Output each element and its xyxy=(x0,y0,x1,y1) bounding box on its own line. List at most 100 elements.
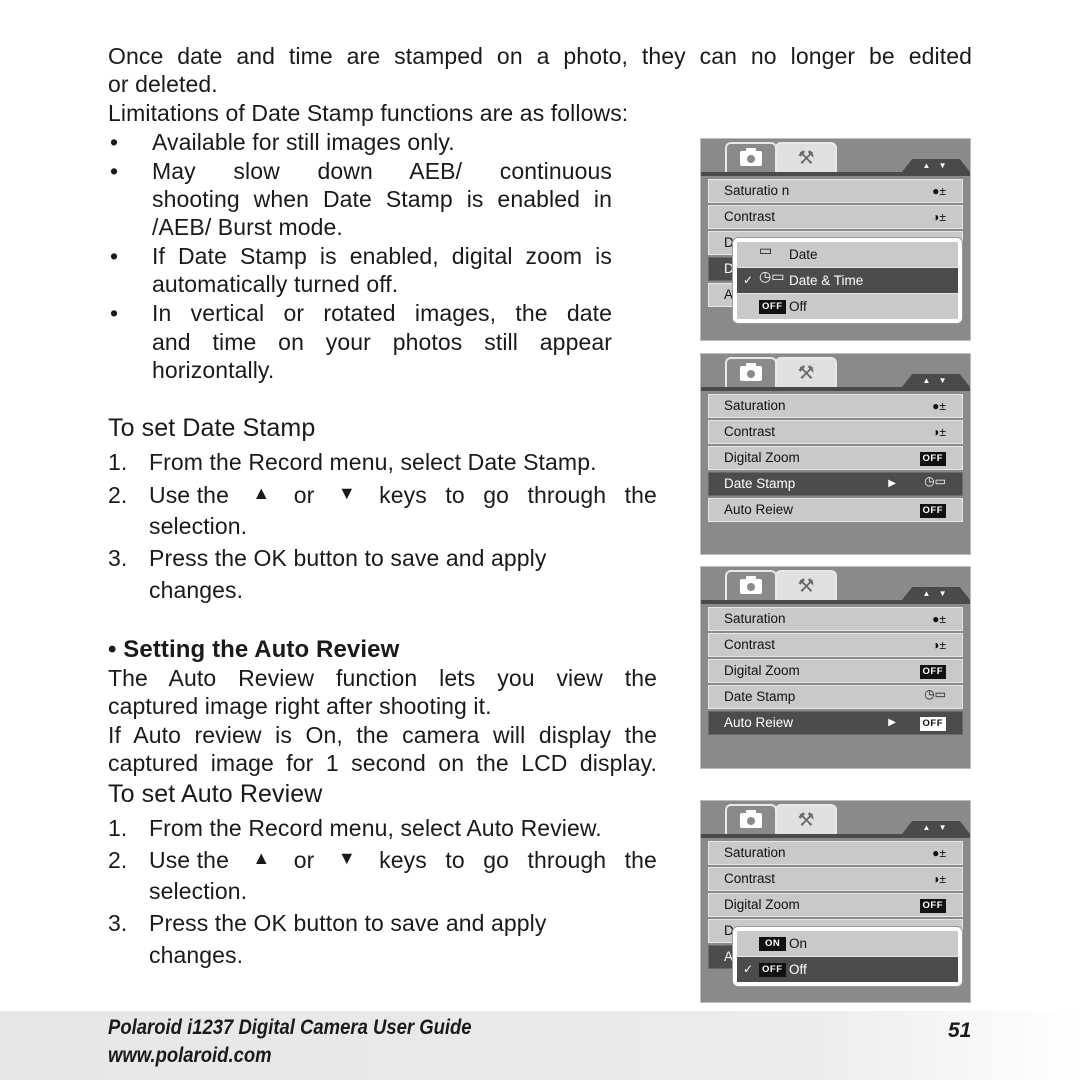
off-icon: OFF xyxy=(919,664,946,679)
page-number: 51 xyxy=(948,1019,972,1042)
menu-row-contrast[interactable]: Contrast ◑± xyxy=(708,867,963,891)
wrench-icon: ⚒ xyxy=(797,575,815,597)
off-icon: OFF xyxy=(919,898,946,913)
saturation-icon: ●± xyxy=(932,612,946,626)
date-time-icon: ◷▭ xyxy=(924,687,946,701)
row-label: Saturation xyxy=(724,845,786,860)
off-icon: OFF xyxy=(759,300,786,315)
menu-tabs: ⚒ xyxy=(725,142,837,172)
tab-setup[interactable]: ⚒ xyxy=(775,804,837,834)
nav-arrows-icon: ▲ ▼ xyxy=(902,821,970,834)
tab-record[interactable] xyxy=(725,804,777,834)
camera-icon xyxy=(740,147,762,166)
step-number: 2. xyxy=(108,482,128,508)
row-label: A xyxy=(724,287,734,302)
option-date[interactable]: ▭ Date xyxy=(737,242,958,268)
bullet-text: If Date Stamp is enabled, digital zoom i… xyxy=(152,243,612,269)
caret-right-icon: ▶ xyxy=(888,717,896,728)
auto-review-desc: captured image for 1 second on the LCD d… xyxy=(108,750,657,776)
camera-screen-auto-review-selected: ⚒ ▲ ▼ Saturation ●± Contrast ◑± Digital Zo… xyxy=(700,566,971,769)
menu-row-saturation[interactable]: Saturatio n ●± xyxy=(708,179,963,203)
off-icon: OFF xyxy=(919,503,946,518)
tab-record[interactable] xyxy=(725,142,777,172)
saturation-icon: ●± xyxy=(932,399,946,413)
bullet: • xyxy=(110,129,119,155)
row-label: Contrast xyxy=(724,424,776,439)
option-date-time[interactable]: ✓ ◷▭ Date & Time xyxy=(737,268,958,294)
row-label: Digital Zoom xyxy=(724,663,800,678)
bullet: • xyxy=(110,243,119,269)
step-number: 3. xyxy=(108,910,128,936)
menu-row-auto-review[interactable]: Auto Reiew OFF xyxy=(708,498,963,522)
menu-row-contrast[interactable]: Contrast ◑± xyxy=(708,420,963,444)
contrast-icon: ◑± xyxy=(932,872,946,886)
on-icon: ON xyxy=(759,937,787,952)
option-label: On xyxy=(789,936,808,951)
camera-icon xyxy=(740,362,762,381)
menu-row-date-stamp[interactable]: Date Stamp ▶ ◷▭ xyxy=(708,472,963,496)
menu-row-saturation[interactable]: Saturation ●± xyxy=(708,607,963,631)
menu-row-saturation[interactable]: Saturation ●± xyxy=(708,394,963,418)
step-text: Press the OK button to save and apply xyxy=(149,545,547,571)
step-text: Use the ▲ or ▼ keys to go through the xyxy=(149,481,657,510)
tab-bar xyxy=(701,172,970,176)
down-arrow-key-icon: ▼ xyxy=(337,483,356,503)
date-time-icon: ◷▭ xyxy=(924,474,946,488)
step-word: Use the xyxy=(149,482,229,508)
row-label: Digital Zoom xyxy=(724,897,800,912)
menu-row-saturation[interactable]: Saturation ●± xyxy=(708,841,963,865)
bullet-text: automatically turned off. xyxy=(152,271,399,297)
menu-row-date-stamp[interactable]: Date Stamp ◷▭ xyxy=(708,685,963,709)
wrench-icon: ⚒ xyxy=(797,809,815,831)
camera-screen-date-stamp-selected: ⚒ ▲ ▼ Saturation ●± Contrast ◑± Digital Zo… xyxy=(700,353,971,555)
option-label: Off xyxy=(789,962,807,977)
camera-icon xyxy=(740,809,762,828)
step-text-cont: changes. xyxy=(149,577,244,603)
tab-setup[interactable]: ⚒ xyxy=(775,357,837,387)
tab-setup[interactable]: ⚒ xyxy=(775,142,837,172)
off-icon: OFF xyxy=(919,451,946,466)
row-label: Saturatio n xyxy=(724,183,790,198)
intro-line-1: Once date and time are stamped on a phot… xyxy=(108,43,972,69)
wrench-icon: ⚒ xyxy=(797,362,815,384)
camera-screen-date-stamp-popup: ⚒ ▲ ▼ Saturatio n ●± Contrast ◑± D D A ▭ Da… xyxy=(700,138,971,341)
down-arrow-key-icon: ▼ xyxy=(337,848,356,868)
wrench-icon: ⚒ xyxy=(797,147,815,169)
menu-row-contrast[interactable]: Contrast ◑± xyxy=(708,633,963,657)
menu-row-contrast[interactable]: Contrast ◑± xyxy=(708,205,963,229)
option-off[interactable]: ✓ OFF Off xyxy=(737,957,958,982)
menu-row-digital-zoom[interactable]: Digital Zoom OFF xyxy=(708,659,963,683)
row-label: Contrast xyxy=(724,637,776,652)
step-text-cont: changes. xyxy=(149,942,244,968)
caret-right-icon: ▶ xyxy=(888,478,896,489)
tab-record[interactable] xyxy=(725,570,777,600)
row-label: Date Stamp xyxy=(724,476,796,491)
bullet: • xyxy=(110,158,119,184)
option-off[interactable]: OFF Off xyxy=(737,294,958,319)
row-label: Contrast xyxy=(724,871,776,886)
step-text-cont: selection. xyxy=(149,513,248,539)
bullet: • xyxy=(110,300,119,326)
date-time-icon: ◷▭ xyxy=(759,268,785,284)
tab-setup[interactable]: ⚒ xyxy=(775,570,837,600)
tab-record[interactable] xyxy=(725,357,777,387)
option-label: Date xyxy=(789,247,818,262)
nav-arrows-icon: ▲ ▼ xyxy=(902,374,970,387)
menu-row-digital-zoom[interactable]: Digital Zoom OFF xyxy=(708,446,963,470)
menu-row-digital-zoom[interactable]: Digital Zoom OFF xyxy=(708,893,963,917)
footer-url[interactable]: www.polaroid.com xyxy=(108,1044,272,1068)
step-text: Use the ▲ or ▼ keys to go through the xyxy=(149,846,657,875)
step-number: 3. xyxy=(108,545,128,571)
option-on[interactable]: ON On xyxy=(737,931,958,957)
off-icon: OFF xyxy=(919,716,946,731)
step-text: From the Record menu, select Auto Review… xyxy=(149,815,602,841)
step-text: From the Record menu, select Date Stamp. xyxy=(149,449,597,475)
tab-bar xyxy=(701,387,970,391)
row-label: A xyxy=(724,949,734,964)
bullet-text: Available for still images only. xyxy=(152,129,455,155)
contrast-icon: ◑± xyxy=(932,210,946,224)
auto-review-popup: ON On ✓ OFF Off xyxy=(733,927,962,986)
bullet-text: horizontally. xyxy=(152,357,275,383)
menu-row-auto-review[interactable]: Auto Reiew ▶ OFF xyxy=(708,711,963,735)
option-label: Off xyxy=(789,299,807,314)
